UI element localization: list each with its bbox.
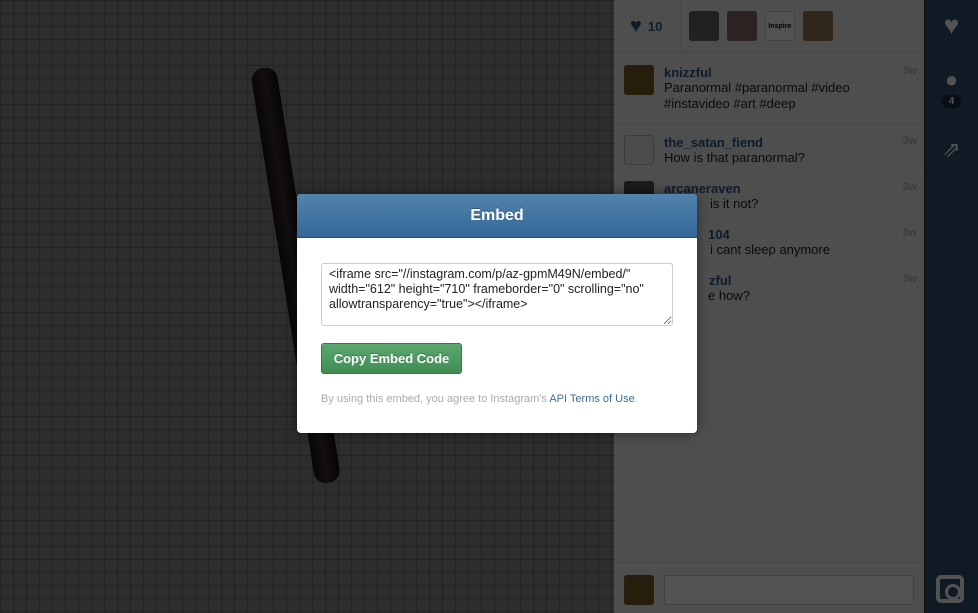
timestamp: 3w: [902, 135, 917, 147]
timestamp: 3w: [902, 181, 917, 193]
terms-suffix: .: [634, 393, 638, 405]
heart-icon[interactable]: ♥: [630, 15, 642, 38]
comment-text: i cant sleep anymore: [710, 242, 830, 257]
like-button[interactable]: ♥: [925, 0, 978, 52]
liker-avatar[interactable]: [726, 11, 757, 41]
like-count[interactable]: 10: [648, 19, 680, 34]
divider: [679, 0, 681, 53]
avatar[interactable]: [624, 65, 654, 95]
comment-bar: [614, 562, 924, 613]
comment-text: How is that paranormal?: [664, 150, 805, 165]
divider: [614, 124, 924, 125]
avatar: [624, 575, 654, 605]
comment-count-badge: 4: [941, 95, 962, 108]
comment-username[interactable]: the_satan_fiend: [664, 135, 763, 150]
copy-embed-code-button[interactable]: Copy Embed Code: [321, 343, 462, 374]
instagram-camera-icon[interactable]: [936, 575, 964, 603]
share-icon: ⇗: [942, 136, 961, 162]
embed-dialog: Embed <iframe src="//instagram.com/p/az-…: [297, 194, 697, 433]
dialog-title: Embed: [297, 194, 697, 238]
speech-bubble-icon: ●: [944, 67, 959, 92]
timestamp: 3w: [902, 273, 917, 285]
timestamp: 3w: [902, 65, 917, 77]
comment-text: e how?: [708, 288, 750, 303]
caption: knizzful Paranormal #paranormal #video #…: [624, 65, 919, 125]
liker-avatar[interactable]: Inspire: [764, 11, 795, 41]
action-sidebar: ♥ ● 4 ⇗: [924, 0, 978, 613]
heart-icon: ♥: [943, 10, 960, 40]
liker-avatar[interactable]: [802, 11, 833, 41]
comment-username[interactable]: 104: [708, 227, 730, 242]
terms-text: By using this embed, you agree to Instag…: [321, 393, 550, 405]
comment-text: is it not?: [710, 196, 759, 211]
caption-username[interactable]: knizzful: [664, 65, 712, 80]
likes-bar: ♥ 10 Inspire: [614, 0, 924, 53]
comment-input[interactable]: [664, 575, 914, 605]
comment-item: the_satan_fiend How is that paranormal? …: [624, 135, 919, 175]
timestamp: 3w: [902, 227, 917, 239]
caption-text: Paranormal #paranormal #video #instavide…: [664, 80, 850, 111]
share-button[interactable]: ⇗: [925, 124, 978, 176]
embed-code-textarea[interactable]: <iframe src="//instagram.com/p/az-gpmM49…: [321, 263, 673, 326]
api-terms-link[interactable]: API Terms of Use: [549, 393, 634, 405]
comments-button[interactable]: ● 4: [925, 52, 978, 124]
terms-notice: By using this embed, you agree to Instag…: [321, 393, 638, 405]
avatar[interactable]: [624, 135, 654, 165]
liker-avatar[interactable]: [688, 11, 719, 41]
comment-username[interactable]: zful: [709, 273, 731, 288]
